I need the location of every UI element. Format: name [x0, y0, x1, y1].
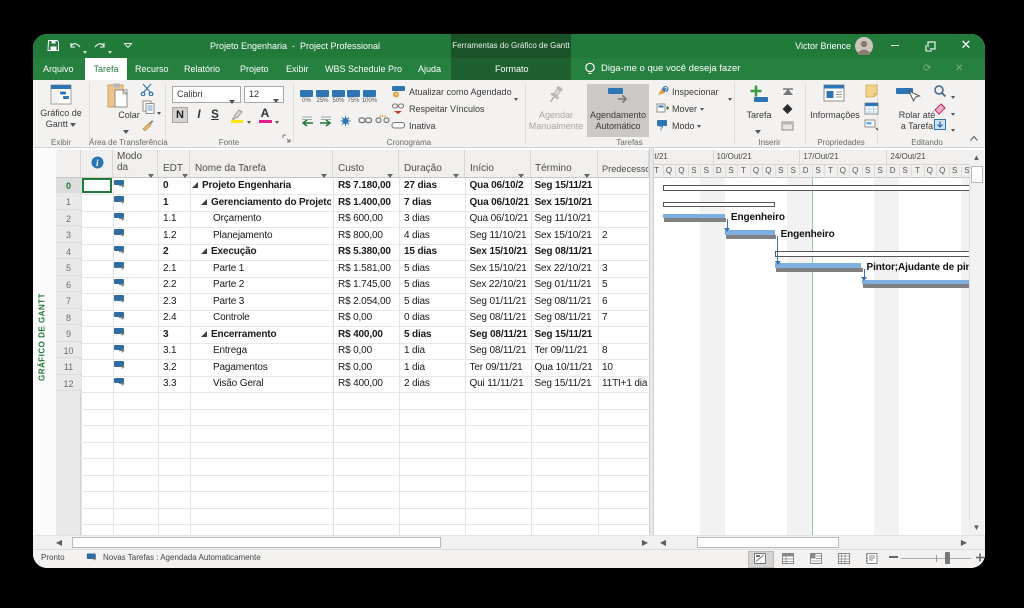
svg-text:?: ?: [664, 87, 668, 93]
svg-text:?: ?: [659, 126, 663, 132]
